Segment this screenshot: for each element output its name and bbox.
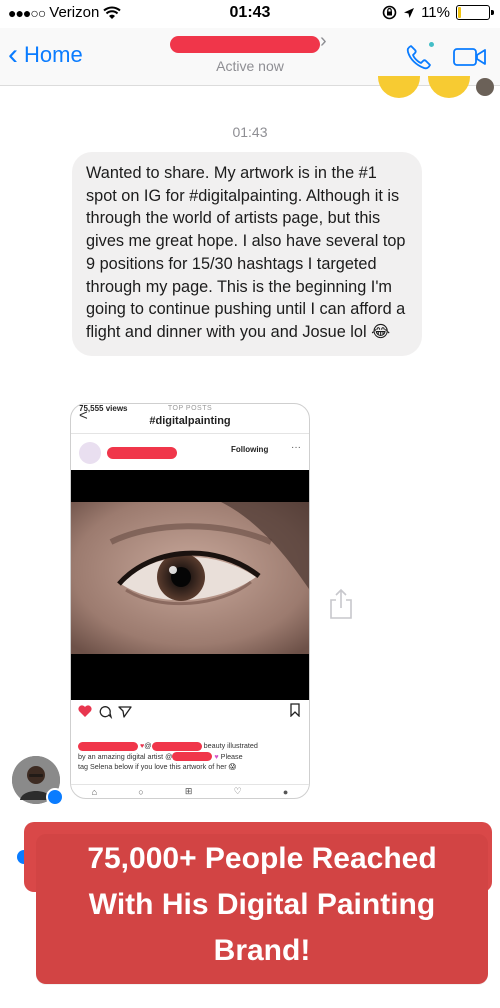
voice-call-button[interactable] [404, 40, 436, 72]
caption-text-c: Please [220, 751, 243, 761]
battery-percent: 11% [421, 4, 450, 21]
ig-search-icon: ○ [138, 786, 144, 797]
caption-redaction [151, 741, 202, 751]
ig-actions-icons [78, 705, 132, 719]
ig-post-image [71, 470, 309, 700]
promo-banner-text: 75,000+ People Reached With His Digital … [36, 836, 488, 974]
caption-text-a: beauty illustrated [203, 741, 258, 750]
ig-action-bar [71, 700, 309, 722]
chevron-right-icon[interactable]: › [320, 30, 327, 53]
banner-line-3: Brand! [213, 934, 311, 967]
ig-username-redacted [107, 447, 177, 459]
message-bubble[interactable]: Wanted to share. My artwork is in the #1… [72, 152, 422, 356]
shared-image[interactable]: < TOP POSTS #digitalpainting Following ·… [70, 403, 310, 799]
eye-painting-art [71, 502, 309, 654]
ig-bookmark-icon [290, 703, 300, 717]
ig-post-user-row: Following ··· [71, 434, 309, 470]
caption-text-b: by an amazing digital artist @ [78, 751, 173, 761]
banner-line-2: With His Digital Painting [88, 888, 436, 921]
banner-line-1: 75,000+ People Reached [87, 842, 437, 875]
conversation-header: ‹ Home › Active now [0, 28, 500, 86]
header-actions [404, 40, 488, 72]
emoji-reaction [378, 76, 420, 98]
messenger-badge-icon [46, 788, 64, 806]
caption-redaction [78, 741, 138, 751]
ig-tab-bar: ⌂ ○ ⊞ ♡ ● [71, 784, 309, 798]
emoji-reaction [428, 76, 470, 98]
message-timestamp: 01:43 [232, 124, 268, 140]
rotation-lock-icon [382, 5, 397, 20]
share-icon[interactable] [328, 588, 354, 620]
ig-user-avatar [79, 442, 101, 464]
read-receipt-avatar [476, 78, 494, 96]
ig-caption: ♥@ beauty illustrated by an amazing digi… [78, 741, 306, 773]
ig-following-label: Following [231, 445, 269, 454]
battery-icon [456, 5, 494, 20]
caption-sparkle-heart-icon: ♥ [214, 751, 219, 761]
status-right: 11% [382, 4, 494, 21]
caption-redaction [172, 752, 213, 762]
battery-level-fill [458, 7, 461, 18]
ig-add-icon: ⊞ [184, 786, 193, 796]
contact-name-redacted[interactable] [170, 36, 320, 53]
caption-text-d: tag Selena below if you love this artwor… [78, 762, 237, 771]
ig-views-count: 75,555 views [79, 404, 128, 413]
video-call-icon[interactable] [452, 45, 488, 69]
caption-heart-icon: ♥ [140, 741, 145, 750]
status-bar: ●●●○○ Verizon 01:43 11% [0, 0, 500, 28]
ig-hashtag-title: #digitalpainting [149, 415, 231, 427]
ig-home-icon: ⌂ [91, 786, 98, 797]
sender-avatar[interactable] [12, 756, 64, 806]
eye-painting [71, 502, 309, 654]
ig-profile-icon: ● [282, 786, 289, 797]
ig-heart-icon: ♡ [233, 786, 242, 796]
location-arrow-icon [404, 7, 415, 18]
ig-more-icon: ··· [291, 442, 301, 453]
online-indicator [427, 40, 436, 49]
